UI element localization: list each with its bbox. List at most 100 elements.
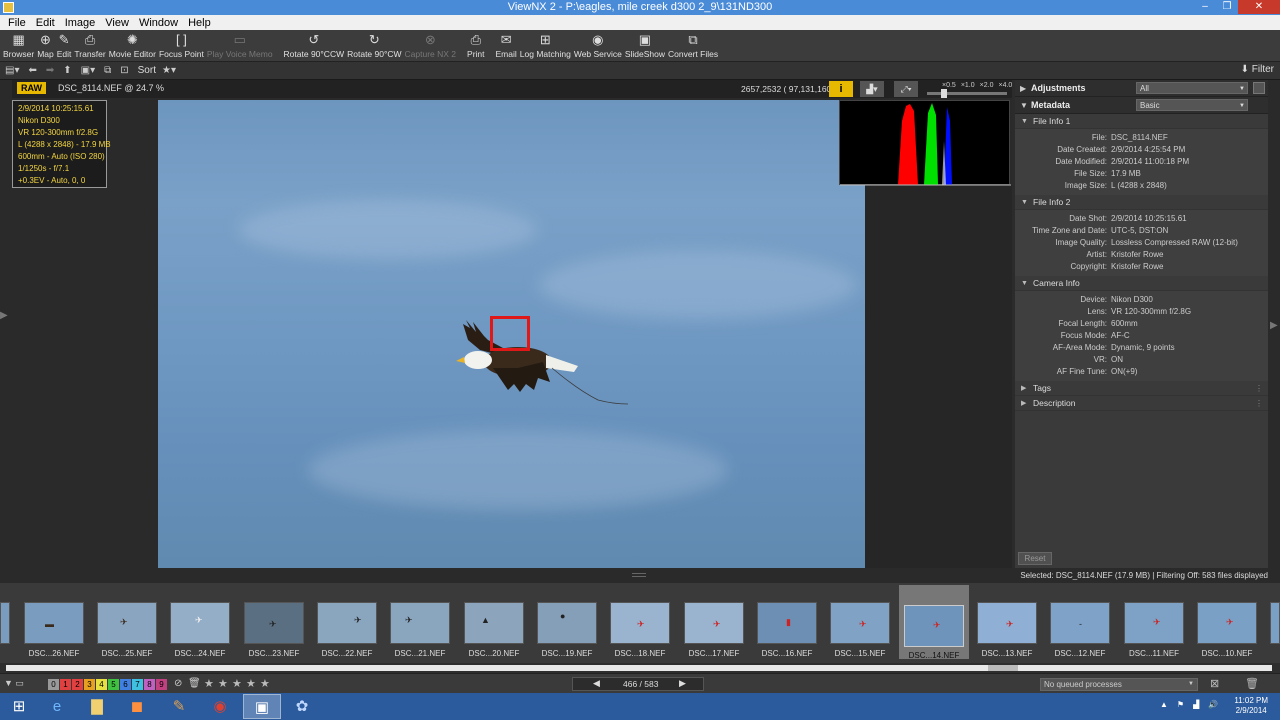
file-explorer-icon[interactable]: ▇ [78,694,116,719]
toolbar-log-matching-button[interactable]: ⊞ Log Matching [520,31,571,61]
file-info-2-section[interactable]: ▼ File Info 2 [1015,195,1268,210]
previous-image-button[interactable]: ◀ [593,678,600,689]
partial-thumbnail[interactable] [0,602,10,644]
scrollbar-thumb[interactable] [988,665,1018,671]
copy-icon[interactable]: ⧉ [104,65,111,76]
label-7-button[interactable]: 7 [132,679,143,690]
close-button[interactable]: ✕ [1238,0,1280,14]
process-queue-select[interactable]: No queued processes [1040,678,1198,691]
partial-thumbnail[interactable] [1270,602,1280,644]
toolbar-email-button[interactable]: ✉ Email [496,31,517,61]
viewnx-taskbar-icon[interactable]: ▣ [243,694,281,719]
sort-button[interactable]: Sort [138,65,156,76]
toolbar-movie-editor-button[interactable]: ✺ Movie Editor [109,31,156,61]
chrome-icon[interactable]: ◉ [201,694,239,719]
folder-up-icon[interactable]: ⬆ [63,65,71,76]
adjustments-header[interactable]: ▶ Adjustments All [1015,80,1268,97]
filmstrip-thumbnail[interactable]: ▲ DSC...20.NEF [463,597,525,659]
label-9-button[interactable]: 9 [156,679,167,690]
tray-expand-icon[interactable]: ▲ [1160,700,1168,709]
fit-screen-button[interactable]: ⤢▾ [894,81,918,97]
toolbar-print-button[interactable]: ⎙ Print [467,31,484,61]
menu-file[interactable]: File [8,17,26,29]
description-section[interactable]: ▶ Description ⋮ [1015,396,1268,411]
metadata-select[interactable]: Basic [1136,99,1248,112]
store-icon[interactable]: ◼ [118,694,156,719]
menu-help[interactable]: Help [188,17,211,29]
toolbar-edit-button[interactable]: ✎ Edit [57,31,72,61]
toolbar-convert-files-button[interactable]: ⧉ Convert Files [668,31,718,61]
right-panel-toggle-icon[interactable]: ▶ [1270,320,1278,331]
rating-star[interactable]: ★ [218,677,228,690]
toolbar-slideshow-button[interactable]: ▣ SlideShow [625,31,665,61]
filmstrip-thumbnail[interactable]: - DSC...12.NEF [1049,597,1111,659]
label-2-button[interactable]: 2 [72,679,83,690]
info-toggle-button[interactable]: i [829,81,853,97]
section-menu-icon[interactable]: ⋮ [1255,396,1263,411]
filmstrip-thumbnail[interactable]: ✈ DSC...11.NEF [1123,597,1185,659]
camera-info-section[interactable]: ▼ Camera Info [1015,276,1268,291]
volume-icon[interactable]: 🔊 [1208,700,1218,709]
toolbar-web-service-button[interactable]: ◉ Web Service [574,31,622,61]
protect-icon[interactable]: ⊡ [120,65,128,76]
toolbar-browser-button[interactable]: ▦ Browser [3,31,34,61]
layout-icon[interactable]: ▤▾ [5,65,19,76]
flag-icon[interactable]: ⚑ [1177,700,1184,709]
filmstrip-thumbnail[interactable]: ✈ DSC...14.NEF [899,585,969,660]
label-5-button[interactable]: 5 [108,679,119,690]
toolbar-map-button[interactable]: ⊕ Map [37,31,54,61]
internet-explorer-icon[interactable]: e [38,694,76,719]
filmstrip-scrollbar[interactable] [0,663,1280,673]
filmstrip-thumbnail[interactable]: ● DSC...19.NEF [536,597,598,659]
filmstrip-thumbnail[interactable]: ✈ DSC...13.NEF [976,597,1038,659]
menu-window[interactable]: Window [139,17,178,29]
menu-edit[interactable]: Edit [36,17,55,29]
rating-star[interactable]: ★ [246,677,256,690]
filmstrip-thumbnail[interactable]: ✈ DSC...21.NEF [389,597,451,659]
filmstrip-thumbnail[interactable]: ✈ DSC...22.NEF [316,597,378,659]
main-photo[interactable] [158,100,865,568]
toolbar-rotate-ccw-button[interactable]: ↺ Rotate 90°CCW [284,31,345,61]
filmstrip-toggle-icon[interactable]: ▼ ▭ [4,678,24,689]
toolbar-transfer-button[interactable]: ⎙ Transfer [74,31,105,61]
minimize-button[interactable]: – [1194,0,1216,14]
cancel-queue-icon[interactable]: ⊠ [1210,677,1219,690]
no-rating-icon[interactable]: ⊘ [174,678,182,689]
left-panel-toggle-icon[interactable]: ▶ [0,310,8,321]
tags-section[interactable]: ▶ Tags ⋮ [1015,381,1268,396]
filmstrip-thumbnail[interactable]: ✈ DSC...17.NEF [683,597,745,659]
trash-icon[interactable]: 🗑 [1245,677,1259,690]
forward-arrow-icon[interactable]: ➡ [46,65,54,76]
histogram-toggle-button[interactable]: ▟▾ [860,81,884,97]
adjustments-settings-icon[interactable] [1253,82,1265,94]
label-6-button[interactable]: 6 [120,679,131,690]
toolbar-focus-point-button[interactable]: [ ] Focus Point [159,31,204,61]
zoom-slider-knob[interactable] [941,89,947,98]
label-4-button[interactable]: 4 [96,679,107,690]
filmstrip-thumbnail[interactable]: ✈ DSC...24.NEF [169,597,231,659]
label-3-button[interactable]: 3 [84,679,95,690]
filmstrip-thumbnail[interactable]: ✈ DSC...18.NEF [609,597,671,659]
resize-grip[interactable] [632,573,646,577]
section-menu-icon[interactable]: ⋮ [1255,381,1263,396]
rating-star[interactable]: ★ [204,677,214,690]
next-image-button[interactable]: ▶ [679,678,686,689]
trash-rating-icon[interactable]: 🗑 [188,678,201,689]
network-icon[interactable]: ▟ [1193,700,1199,709]
filter-button[interactable]: ⬇ Filter [1241,64,1274,75]
app-icon[interactable]: ✎ [160,694,198,719]
toolbar-rotate-cw-button[interactable]: ↻ Rotate 90°CW [347,31,401,61]
adjustments-select[interactable]: All [1136,82,1248,95]
label-0-button[interactable]: 0 [48,679,59,690]
scrollbar-track[interactable] [6,665,1272,671]
zoom-slider[interactable] [927,89,1007,98]
filmstrip-thumbnail[interactable]: ✈ DSC...10.NEF [1196,597,1258,659]
metadata-header[interactable]: ▼ Metadata Basic [1015,97,1268,114]
menu-image[interactable]: Image [65,17,96,29]
filmstrip-thumbnail[interactable]: ▬ DSC...26.NEF [23,597,85,659]
clock[interactable]: 11:02 PM 2/9/2014 [1234,696,1268,716]
paint-icon[interactable]: ✿ [283,694,321,719]
file-info-1-section[interactable]: ▼ File Info 1 [1015,114,1268,129]
reset-button[interactable]: Reset [1018,552,1052,565]
start-button[interactable]: ⊞ [0,694,38,719]
